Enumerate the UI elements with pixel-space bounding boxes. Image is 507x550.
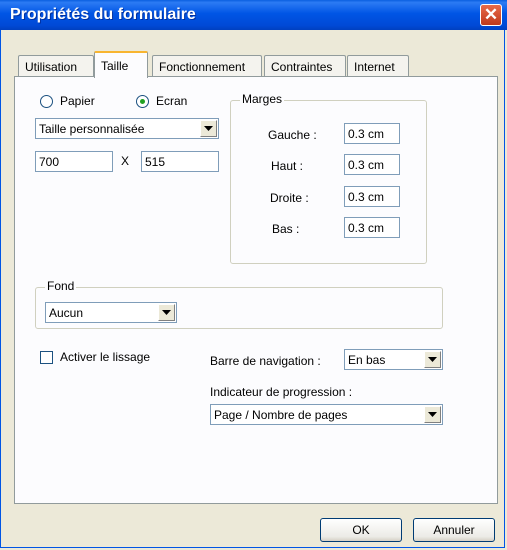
tab-utilisation[interactable]: Utilisation	[18, 55, 94, 77]
margins-title: Marges	[240, 92, 285, 106]
close-button[interactable]: ✕	[480, 4, 502, 26]
paper-radio-label: Papier	[60, 94, 95, 108]
background-value: Aucun	[49, 306, 84, 320]
margin-top-input[interactable]: 0.3 cm	[344, 154, 400, 175]
tab-internet[interactable]: Internet	[347, 55, 409, 77]
tab-label: Contraintes	[271, 60, 333, 74]
radio-dot	[140, 99, 145, 104]
screen-radio[interactable]	[136, 95, 149, 108]
margin-right-input[interactable]: 0.3 cm	[344, 186, 400, 207]
margin-top-label: Haut :	[271, 159, 304, 173]
width-input[interactable]: 700	[35, 151, 113, 172]
screen-radio-label: Ecran	[156, 94, 188, 108]
close-icon: ✕	[483, 5, 499, 24]
tab-label: Internet	[354, 60, 395, 74]
tab-label: Taille	[101, 59, 129, 73]
chevron-down-icon[interactable]	[424, 351, 441, 368]
tab-label: Fonctionnement	[159, 60, 246, 74]
chevron-down-icon[interactable]	[424, 406, 441, 423]
smoothing-label: Activer le lissage	[60, 350, 151, 364]
progress-value: Page / Nombre de pages	[214, 408, 348, 422]
margin-right-label: Droite :	[270, 191, 309, 205]
navigation-value: En bas	[348, 353, 386, 367]
progress-label: Indicateur de progression :	[210, 385, 353, 399]
margin-left-label: Gauche :	[268, 128, 317, 142]
paper-radio[interactable]	[40, 95, 53, 108]
navigation-label: Barre de navigation :	[210, 354, 321, 368]
background-title: Fond	[45, 279, 77, 293]
tab-label: Utilisation	[25, 60, 78, 74]
chevron-down-icon[interactable]	[158, 304, 175, 321]
progress-select[interactable]: Page / Nombre de pages	[210, 404, 443, 425]
ok-button[interactable]: OK	[320, 518, 402, 542]
margin-left-input[interactable]: 0.3 cm	[344, 123, 400, 144]
margin-bottom-input[interactable]: 0.3 cm	[344, 217, 400, 238]
margin-bottom-label: Bas :	[272, 222, 300, 236]
size-preset-select[interactable]: Taille personnalisée	[35, 118, 219, 139]
background-select[interactable]: Aucun	[45, 302, 177, 323]
height-input[interactable]: 515	[141, 151, 219, 172]
navigation-select[interactable]: En bas	[344, 349, 443, 370]
tab-taille[interactable]: Taille	[94, 51, 148, 78]
chevron-down-icon[interactable]	[200, 120, 217, 137]
smoothing-checkbox[interactable]	[40, 351, 53, 364]
cancel-button[interactable]: Annuler	[413, 518, 495, 542]
size-separator: X	[121, 154, 130, 168]
window-title: Propriétés du formulaire	[10, 6, 196, 23]
tab-contraintes[interactable]: Contraintes	[264, 55, 346, 77]
tab-fonctionnement[interactable]: Fonctionnement	[152, 55, 262, 77]
size-preset-value: Taille personnalisée	[39, 122, 145, 136]
